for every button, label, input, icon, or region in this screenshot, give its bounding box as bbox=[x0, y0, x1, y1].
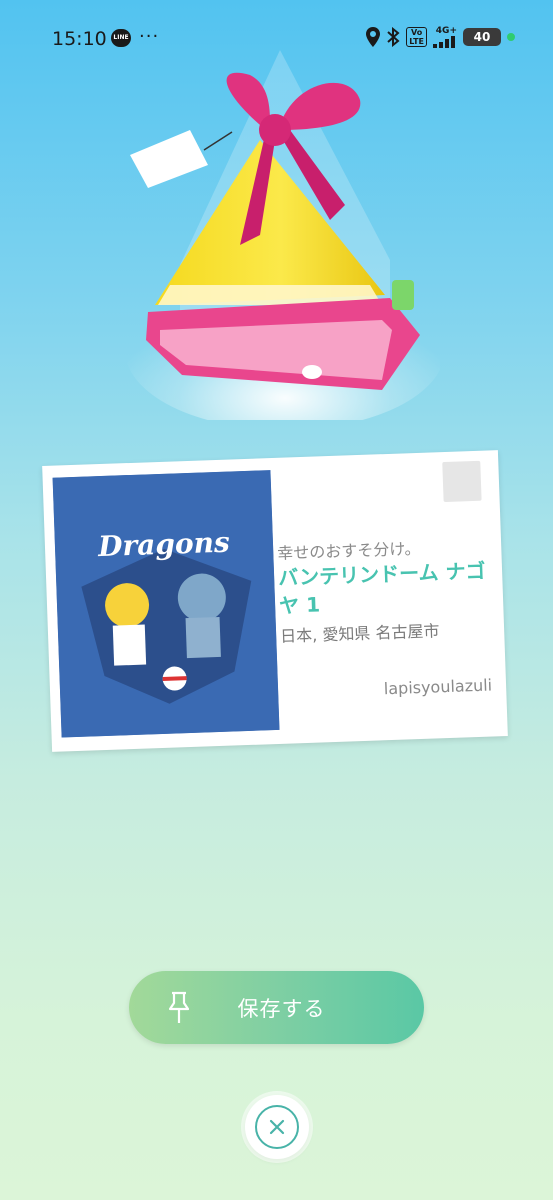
postcard-sender: lapisyoulazuli bbox=[383, 675, 493, 699]
svg-text:Dragons: Dragons bbox=[97, 526, 231, 564]
save-button[interactable]: 保存する bbox=[129, 971, 424, 1044]
close-button[interactable] bbox=[245, 1095, 309, 1159]
gift-icon[interactable] bbox=[120, 30, 440, 420]
status-time: 15:10 bbox=[52, 28, 107, 50]
postcard-title: バンテリンドーム ナゴヤ 1 bbox=[277, 558, 486, 618]
close-icon bbox=[269, 1119, 285, 1135]
postcard-photo[interactable]: Dragons bbox=[52, 470, 280, 738]
postcard[interactable]: Dragons 幸せのおすそ分け。 バンテリンドーム ナゴヤ 1 日本, 愛知県… bbox=[42, 450, 508, 752]
postcard-location: 日本, 愛知県 名古屋市 bbox=[279, 621, 440, 646]
save-label: 保存する bbox=[237, 996, 326, 1021]
active-dot-icon bbox=[507, 33, 515, 41]
close-ring bbox=[255, 1105, 299, 1149]
battery-icon: 40 bbox=[463, 28, 501, 46]
pin-icon bbox=[169, 991, 189, 1023]
select-checkbox[interactable] bbox=[442, 460, 482, 503]
